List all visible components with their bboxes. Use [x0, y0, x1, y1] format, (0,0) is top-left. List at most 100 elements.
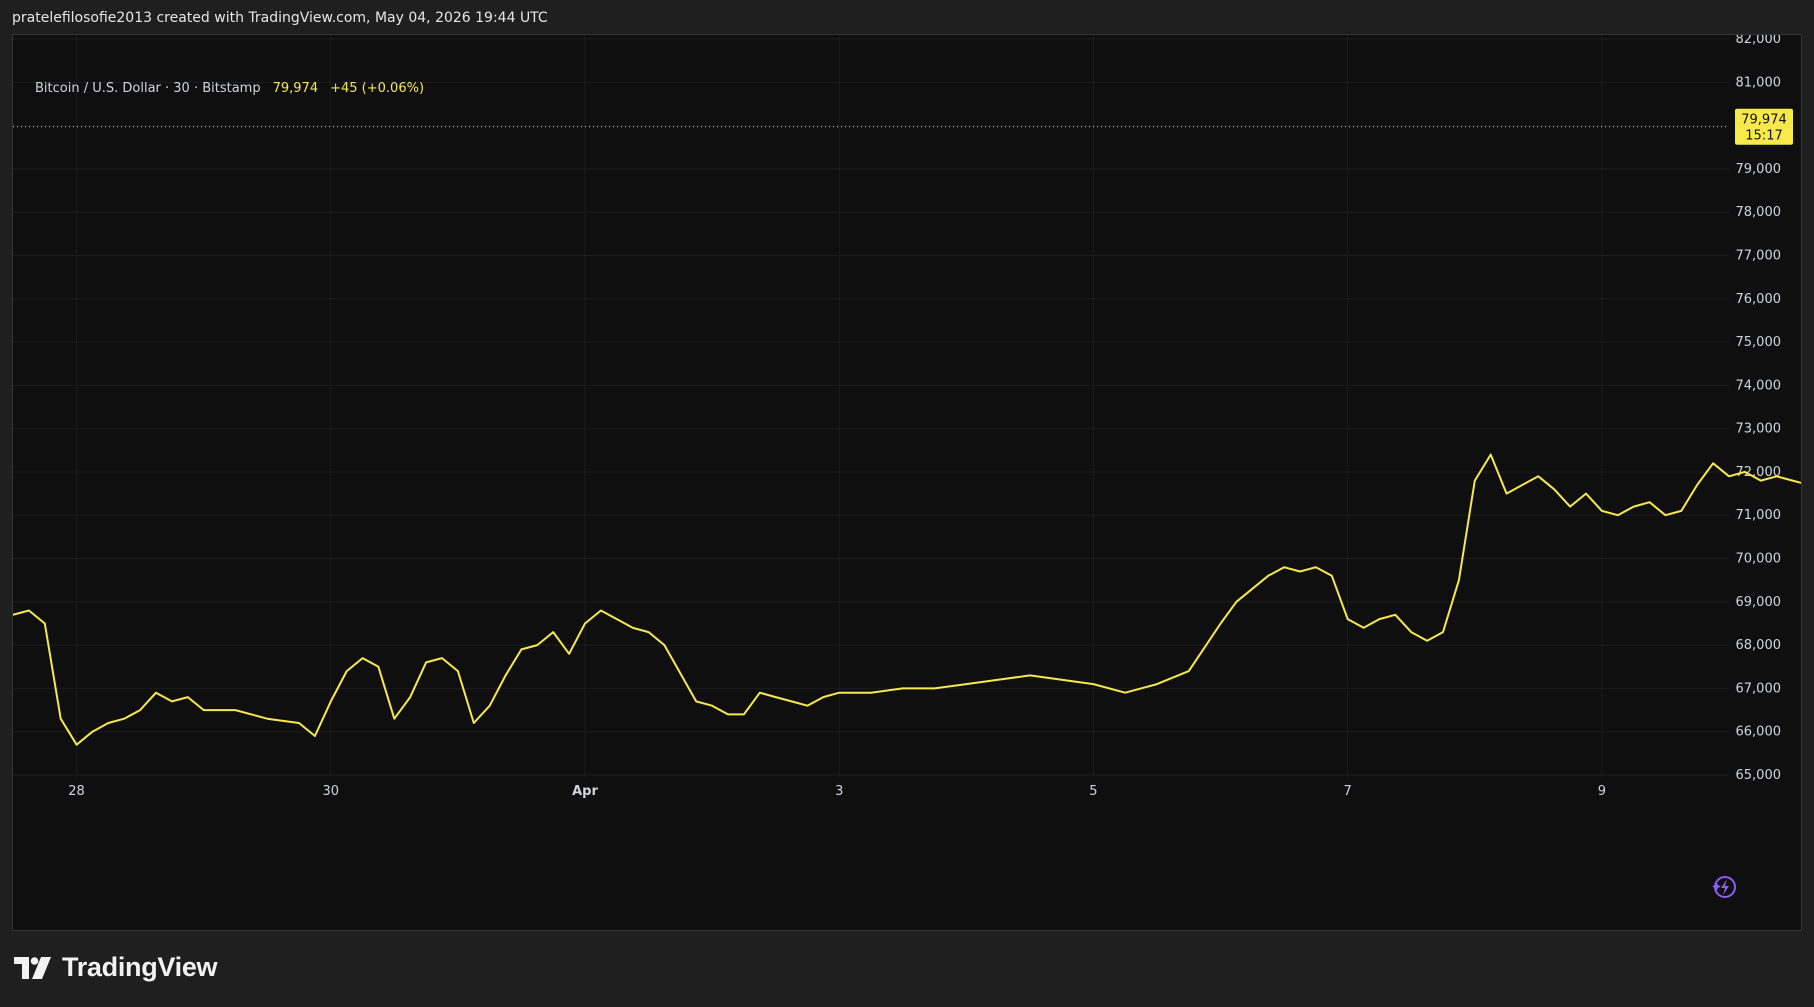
price-point: [1029, 674, 1031, 677]
price-point: [266, 718, 268, 720]
price-point: [1394, 614, 1396, 616]
chart-legend[interactable]: Bitcoin / U.S. Dollar · 30 · Bitstamp 79…: [35, 81, 424, 96]
price-point: [1649, 501, 1651, 503]
price-point: [139, 709, 141, 711]
price-point: [934, 687, 936, 690]
price-point: [1458, 579, 1460, 581]
price-point: [1664, 514, 1666, 516]
price-point: [1061, 679, 1063, 681]
price-point: [505, 674, 507, 677]
price-point: [600, 609, 602, 612]
price-point: [1521, 484, 1523, 486]
price-point: [171, 700, 173, 703]
x-tick-label: 7: [1344, 784, 1352, 799]
price-point: [1188, 670, 1190, 672]
y-tick-label: 82,000: [1736, 35, 1782, 47]
price-point: [1347, 618, 1349, 620]
last-value: 79,974: [272, 81, 319, 96]
snapshot-caption: pratelefilosofie2013 created with Tradin…: [12, 10, 548, 26]
price-point: [1474, 480, 1476, 482]
price-point: [616, 618, 618, 620]
price-point: [1378, 618, 1380, 620]
price-point: [663, 644, 666, 646]
price-point: [1299, 570, 1301, 573]
price-point: [791, 700, 793, 703]
x-tick-label: 5: [1089, 784, 1097, 799]
price-point: [1537, 475, 1539, 477]
price-point: [409, 696, 411, 698]
price-point: [1617, 514, 1619, 516]
price-point: [1426, 640, 1428, 642]
y-tick-label: 74,000: [1736, 378, 1782, 393]
price-scale-label: 79,974 15:17: [1735, 108, 1793, 145]
price-point: [155, 692, 157, 694]
price-point: [1744, 471, 1746, 473]
price-point: [1092, 683, 1094, 685]
y-tick-label: 77,000: [1736, 248, 1782, 263]
price-point: [822, 696, 824, 698]
price-point: [1331, 575, 1333, 577]
price-point: [568, 653, 570, 655]
price-point: [298, 722, 300, 724]
price-point: [1792, 480, 1794, 482]
price-point: [123, 718, 125, 720]
x-tick-label: 30: [323, 784, 340, 799]
price-point: [425, 661, 427, 664]
price-label-value: 79,974: [1741, 113, 1787, 128]
x-tick-label: 3: [835, 784, 843, 799]
price-point: [234, 709, 236, 711]
y-tick-label: 70,000: [1736, 552, 1782, 567]
price-point: [1760, 480, 1762, 482]
price-point: [393, 718, 395, 720]
x-tick-label: 9: [1598, 784, 1606, 799]
y-tick-label: 81,000: [1736, 75, 1782, 90]
price-point: [806, 705, 809, 707]
price-label-countdown: 15:17: [1745, 129, 1782, 144]
y-tick-label: 66,000: [1736, 725, 1782, 740]
price-point: [1156, 683, 1158, 685]
price-point: [187, 696, 189, 698]
price-point: [520, 648, 522, 651]
price-point: [648, 631, 650, 633]
price-point: [1410, 631, 1412, 633]
price-point: [1776, 475, 1778, 477]
price-point: [1585, 493, 1587, 495]
price-point: [1728, 475, 1730, 477]
axis-labels: 82,00081,00080,00079,00078,00077,00076,0…: [68, 35, 1782, 799]
price-point: [759, 692, 761, 694]
price-chart[interactable]: 82,00081,00080,00079,00078,00077,00076,0…: [13, 35, 1801, 930]
price-point: [711, 705, 713, 707]
price-point: [1633, 506, 1635, 508]
price-point: [902, 687, 904, 690]
price-point: [870, 692, 872, 694]
tradingview-wordmark: TradingView: [62, 952, 218, 982]
price-point: [377, 666, 379, 668]
change-value: +45 (+0.06%): [330, 81, 425, 96]
price-point: [330, 700, 332, 703]
price-point: [346, 670, 348, 672]
price-point: [838, 692, 840, 694]
sparkle-bolt-icon[interactable]: [1712, 876, 1736, 898]
y-tick-label: 75,000: [1736, 335, 1782, 350]
price-point: [1506, 493, 1508, 495]
price-point: [727, 713, 729, 716]
price-point: [44, 622, 46, 625]
price-point: [60, 718, 62, 720]
price-point: [362, 657, 364, 659]
chart-pane[interactable]: 82,00081,00080,00079,00078,00077,00076,0…: [12, 34, 1802, 931]
price-point: [489, 705, 491, 707]
price-point: [314, 735, 316, 737]
price-point: [997, 679, 999, 681]
price-point: [536, 644, 538, 646]
price-point: [473, 722, 475, 724]
tradingview-logo-icon: [14, 956, 51, 979]
y-tick-label: 71,000: [1736, 508, 1782, 523]
grid-lines: [13, 35, 1729, 777]
price-point: [1267, 575, 1269, 577]
price-point: [1442, 631, 1444, 633]
price-point: [457, 670, 459, 672]
price-point: [743, 713, 745, 716]
tradingview-logo[interactable]: TradingView: [14, 952, 218, 983]
price-point: [441, 657, 443, 659]
x-tick-label: 28: [68, 784, 85, 799]
